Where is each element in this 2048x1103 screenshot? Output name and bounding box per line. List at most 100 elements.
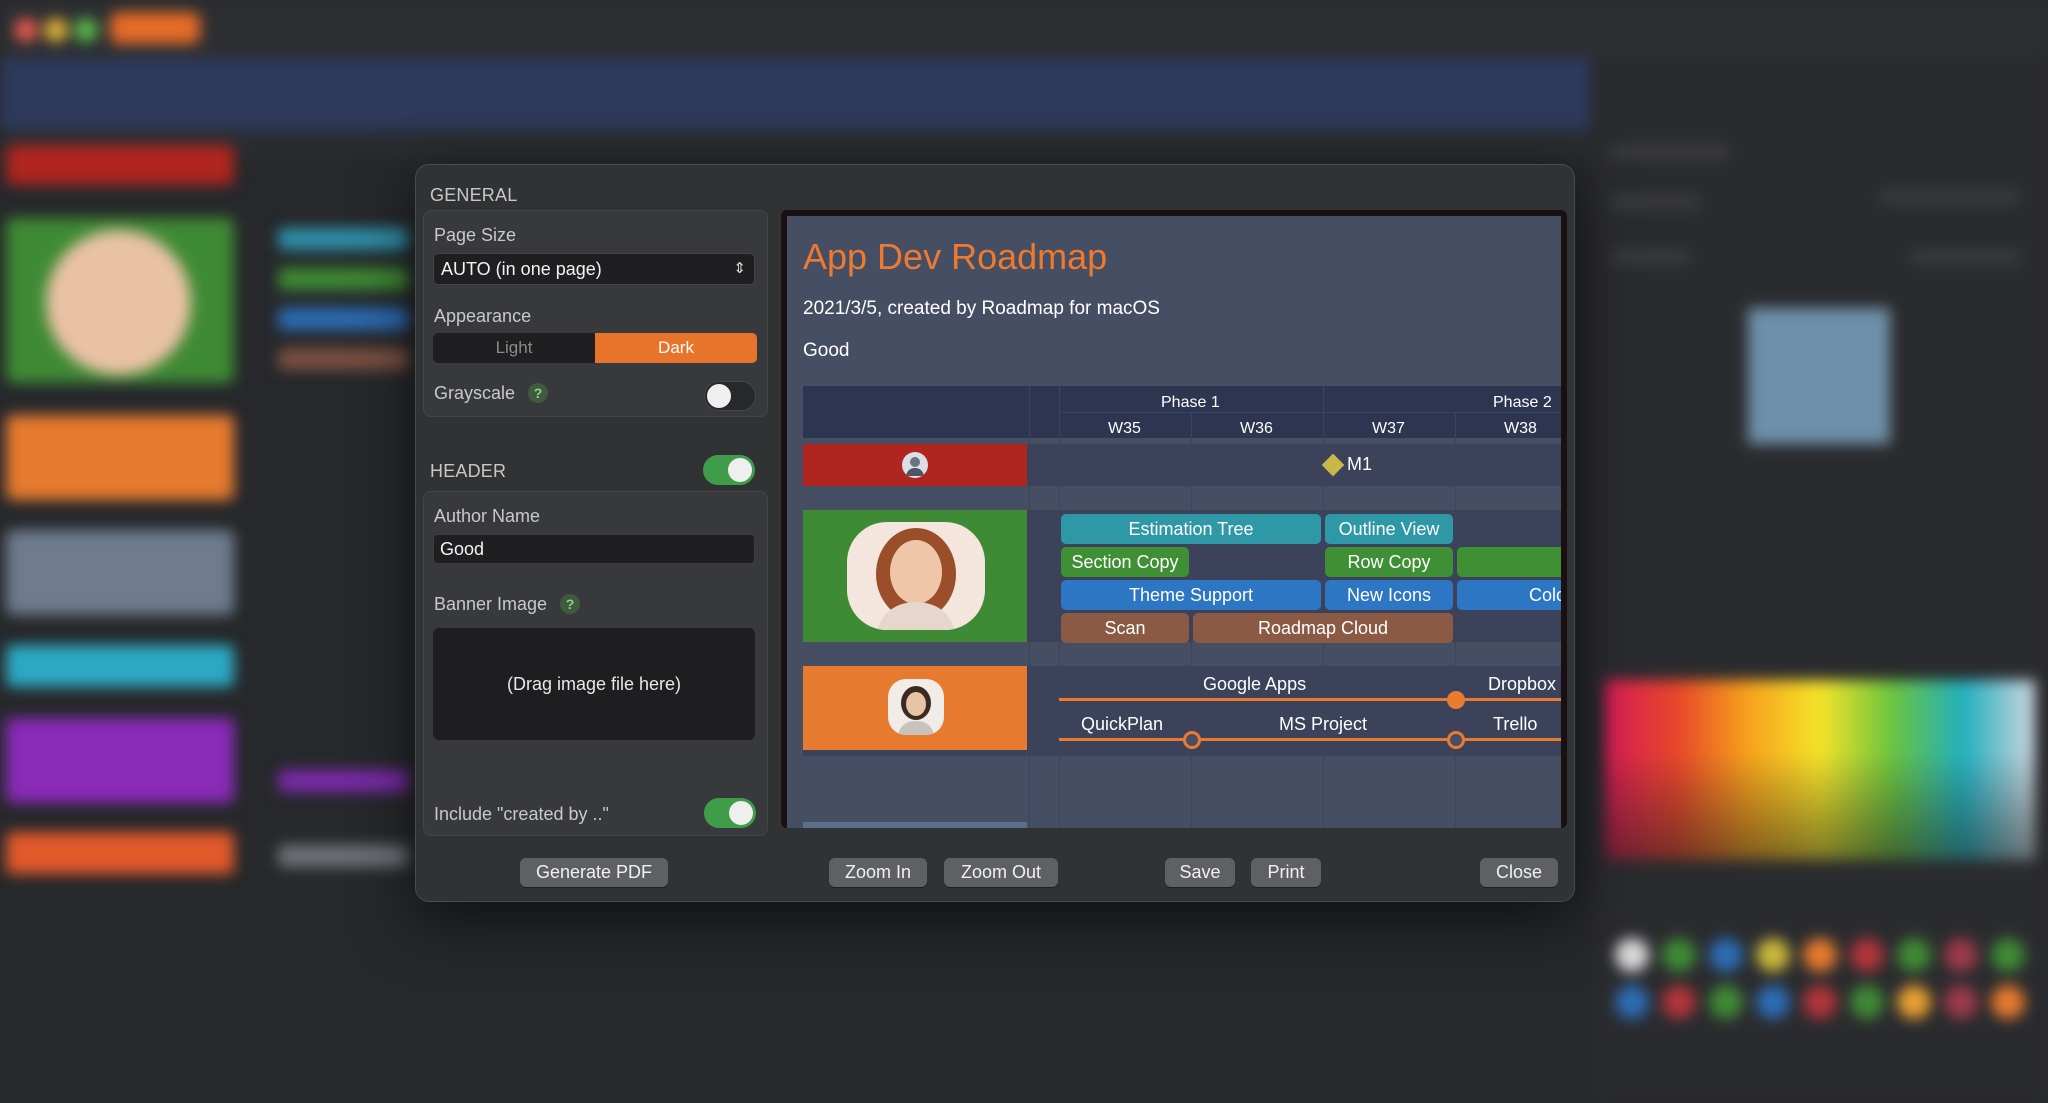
milestone-dot[interactable] — [1183, 731, 1201, 749]
bg-color-swatch — [1615, 938, 1649, 972]
lane-avatar — [888, 679, 944, 735]
bg-titlebar — [0, 0, 2048, 58]
lane-avatar — [902, 452, 928, 478]
grayscale-toggle[interactable] — [704, 381, 756, 411]
phase-label: Phase 1 — [1161, 394, 1220, 411]
bg-color-swatch — [1709, 985, 1743, 1019]
header-divider — [1059, 412, 1561, 413]
milestone-label: Trello — [1493, 714, 1538, 734]
preview-subtitle: 2021/3/5, created by Roadmap for macOS — [803, 298, 1160, 319]
bg-max-light — [74, 18, 98, 42]
bg-bar — [278, 308, 408, 330]
bg-avatar — [46, 230, 191, 375]
week-label: W35 — [1108, 420, 1141, 437]
bg-bar — [278, 348, 408, 370]
bg-color-swatch — [1944, 938, 1978, 972]
page-size-select[interactable]: AUTO (in one page) ⇕ — [433, 253, 755, 285]
milestone-label: MS Project — [1279, 714, 1368, 734]
banner-image-label: Banner Image — [434, 594, 548, 614]
bg-bar — [278, 268, 408, 290]
bg-color-swatch — [1944, 985, 1978, 1019]
bg-color-swatch — [1850, 938, 1884, 972]
toggle-knob — [707, 384, 731, 408]
toggle-knob — [728, 458, 752, 482]
phase-label: Phase 2 — [1493, 394, 1552, 411]
week-label: W36 — [1240, 420, 1273, 437]
bg-lane-orange-2 — [6, 832, 234, 874]
appearance-segmented-control: Light Dark — [433, 333, 757, 363]
task-bar[interactable]: Roadmap Cloud — [1193, 613, 1453, 643]
zoom-out-button[interactable]: Zoom Out — [944, 858, 1058, 887]
bg-bar — [278, 845, 408, 867]
task-bar[interactable]: New Icons — [1325, 580, 1453, 610]
task-bar[interactable]: Row Copy — [1325, 547, 1453, 577]
preview-title: App Dev Roadmap — [803, 236, 1108, 277]
milestone-track — [1059, 738, 1561, 741]
bg-sidebar-line — [1610, 195, 1700, 209]
milestone-dot[interactable] — [1447, 691, 1465, 709]
print-button[interactable]: Print — [1251, 858, 1321, 887]
bg-color-swatch — [1709, 938, 1743, 972]
bg-lane-cyan — [6, 645, 234, 687]
task-bar[interactable]: Colo — [1457, 580, 1561, 610]
bg-lane-purple — [6, 718, 234, 803]
updown-chevron-icon: ⇕ — [733, 260, 746, 277]
save-button[interactable]: Save — [1165, 858, 1235, 887]
bg-timeline-header — [0, 58, 1590, 130]
lane-header-green[interactable] — [803, 510, 1027, 642]
header-box: Author Name Good Banner Image ? (Drag im… — [423, 491, 768, 836]
lane-avatar — [847, 522, 985, 630]
task-bar[interactable]: Scan — [1061, 613, 1189, 643]
bg-color-swatch — [1850, 985, 1884, 1019]
bg-sidebar-line — [1610, 250, 1690, 264]
bg-lane-gray — [6, 530, 234, 615]
milestone-label: Dropbox — [1488, 674, 1557, 694]
close-button[interactable]: Close — [1480, 858, 1558, 887]
bg-sidebar-line — [1910, 250, 2020, 264]
task-bar[interactable] — [1457, 547, 1561, 577]
appearance-dark-option[interactable]: Dark — [595, 333, 757, 363]
grayscale-help-icon[interactable]: ? — [528, 383, 548, 403]
include-created-label: Include "created by .." — [434, 804, 609, 824]
task-bar[interactable]: Outline View — [1325, 514, 1453, 544]
lane-header-red[interactable] — [803, 444, 1027, 486]
milestone-label: M1 — [1347, 454, 1373, 474]
header-toggle[interactable] — [703, 455, 755, 485]
export-dialog: GENERAL Page Size AUTO (in one page) ⇕ A… — [415, 164, 1575, 902]
bg-subheader — [0, 130, 1590, 158]
zoom-in-button[interactable]: Zoom In — [829, 858, 927, 887]
include-created-toggle[interactable] — [704, 798, 756, 828]
task-bar[interactable]: Theme Support — [1061, 580, 1321, 610]
general-box: Page Size AUTO (in one page) ⇕ Appearanc… — [423, 210, 768, 417]
task-bar[interactable]: Section Copy — [1061, 547, 1189, 577]
milestone-dot[interactable] — [1447, 731, 1465, 749]
bg-sidebar-line — [1610, 145, 1730, 159]
person-photo-icon — [876, 528, 956, 630]
bg-lane-red — [6, 145, 234, 185]
lane-header-orange[interactable] — [803, 666, 1027, 750]
bg-bar — [278, 228, 408, 250]
task-bar[interactable]: Estimation Tree — [1061, 514, 1321, 544]
bg-min-light — [44, 18, 68, 42]
bg-color-swatch — [1897, 985, 1931, 1019]
banner-image-help-icon[interactable]: ? — [560, 594, 580, 614]
person-photo-icon — [898, 686, 934, 735]
preview-canvas: App Dev Roadmap 2021/3/5, created by Roa… — [787, 216, 1561, 828]
bg-color-swatch — [1991, 985, 2025, 1019]
appearance-light-option[interactable]: Light — [433, 333, 595, 363]
page-size-label: Page Size — [434, 225, 517, 245]
banner-image-drop-zone[interactable]: (Drag image file here) — [433, 628, 755, 740]
bg-color-swatch — [1615, 985, 1649, 1019]
bg-color-swatch — [1991, 938, 2025, 972]
milestone-label: Google Apps — [1203, 674, 1307, 694]
roadmap-preview[interactable]: App Dev Roadmap 2021/3/5, created by Roa… — [781, 210, 1567, 828]
author-name-field[interactable]: Good — [433, 534, 755, 564]
toggle-knob — [729, 801, 753, 825]
task-bar-label: Colo — [1529, 585, 1561, 605]
appearance-label: Appearance — [434, 306, 532, 326]
grayscale-label: Grayscale — [434, 383, 516, 403]
preview-author: Good — [803, 340, 850, 361]
milestone-label: QuickPlan — [1081, 714, 1164, 734]
bg-profile-photo — [1748, 308, 1890, 444]
generate-pdf-button[interactable]: Generate PDF — [520, 858, 668, 887]
